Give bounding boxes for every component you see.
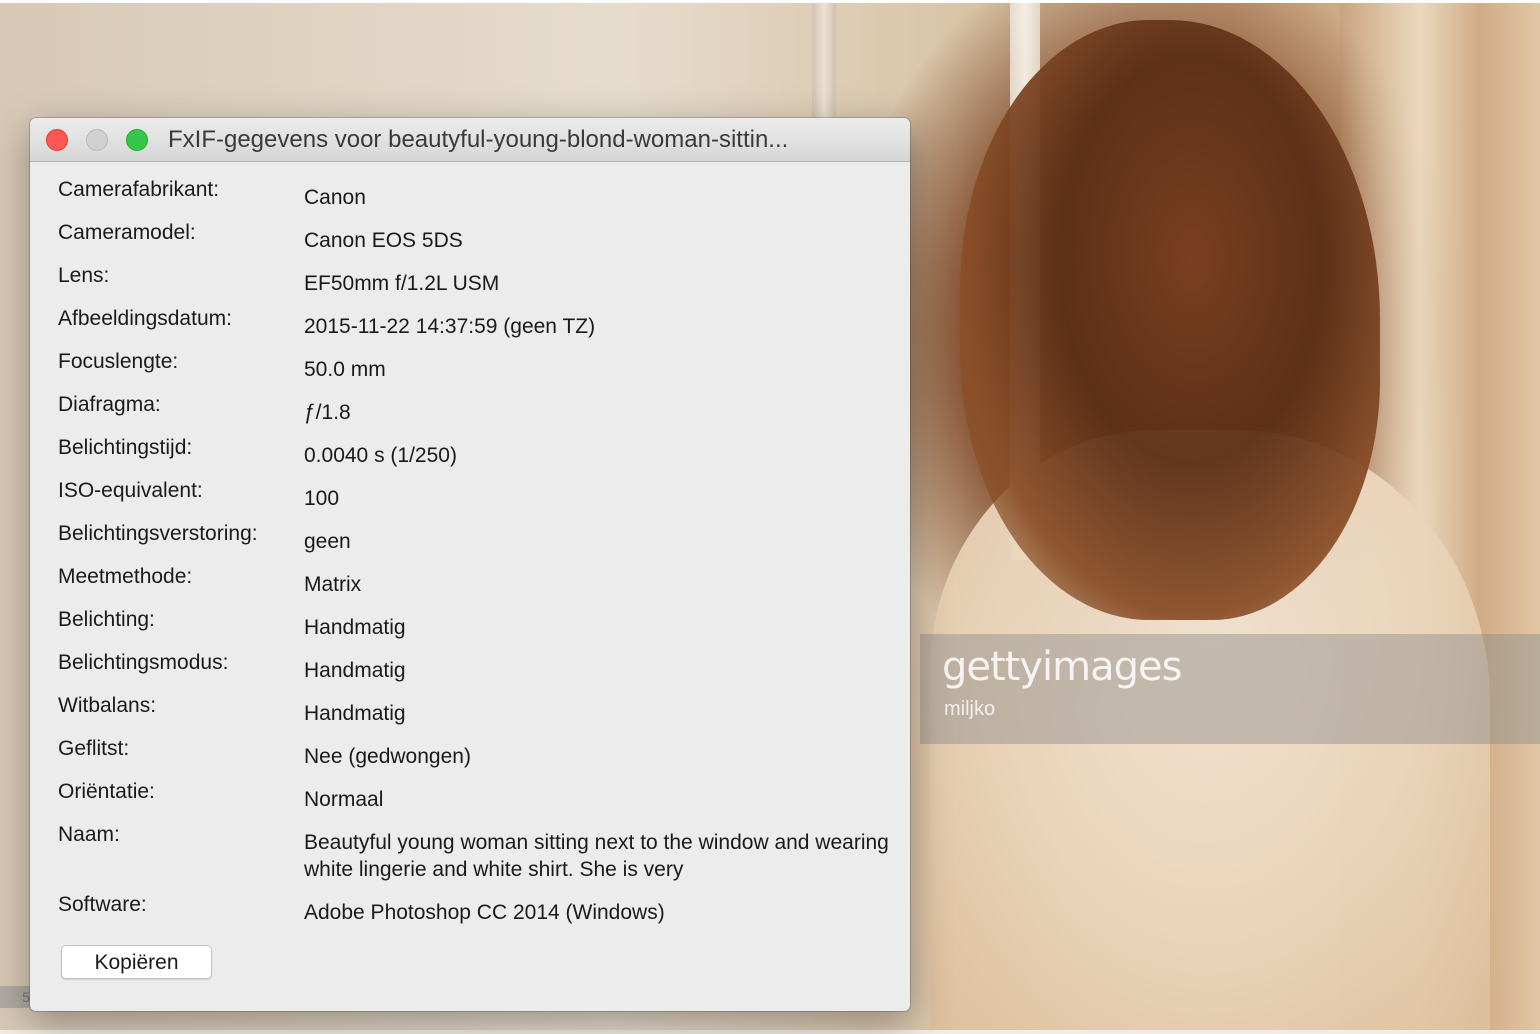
exif-label: Meetmethode: xyxy=(58,565,193,588)
exif-label: Lens: xyxy=(58,264,110,287)
exif-value: Handmatig xyxy=(304,659,406,682)
exif-label: Belichtingsverstoring: xyxy=(58,522,258,545)
exif-dialog: FxIF-gegevens voor beautyful-young-blond… xyxy=(30,118,910,1011)
exif-label: ISO-equivalent: xyxy=(58,479,203,502)
exif-value: 100 xyxy=(304,487,340,510)
exif-value: Nee (gedwongen) xyxy=(304,745,471,768)
exif-value: Normaal xyxy=(304,788,384,811)
exif-label: Belichtingstijd: xyxy=(58,436,193,459)
exif-label: Belichtingsmodus: xyxy=(58,651,229,674)
exif-label: Geflitst: xyxy=(58,737,130,760)
watermark-credit: miljko xyxy=(944,698,996,720)
watermark-logo: gettyimages xyxy=(942,644,1182,690)
exif-label: Belichting: xyxy=(58,608,155,631)
exif-value: ƒ/1.8 xyxy=(304,401,351,424)
exif-label: Witbalans: xyxy=(58,694,157,717)
minimize-window-button[interactable] xyxy=(86,129,108,151)
exif-value: Adobe Photoshop CC 2014 (Windows) xyxy=(304,901,665,924)
exif-value: Matrix xyxy=(304,573,362,596)
copy-button[interactable]: Kopiëren xyxy=(61,945,212,979)
exif-value: Canon xyxy=(304,186,366,209)
exif-value: Beautyful young woman sitting next to th… xyxy=(304,831,889,881)
top-edge xyxy=(0,0,1540,3)
exif-label: Diafragma: xyxy=(58,393,161,416)
exif-value: Canon EOS 5DS xyxy=(304,229,463,252)
exif-label: Focuslengte: xyxy=(58,350,179,373)
photo-subject-hair xyxy=(960,20,1380,620)
exif-label: Camerafabrikant: xyxy=(58,178,220,201)
exif-label: Afbeeldingsdatum: xyxy=(58,307,232,330)
exif-label: Oriëntatie: xyxy=(58,780,155,803)
edge-tag: 5 xyxy=(0,986,30,1008)
exif-value: EF50mm f/1.2L USM xyxy=(304,272,500,295)
exif-label: Software: xyxy=(58,893,147,916)
close-window-button[interactable] xyxy=(46,129,68,151)
bottom-edge xyxy=(0,1030,1540,1034)
exif-value: 2015-11-22 14:37:59 (geen TZ) xyxy=(304,315,596,338)
zoom-window-button[interactable] xyxy=(126,129,148,151)
exif-value: geen xyxy=(304,530,351,553)
exif-value: Handmatig xyxy=(304,702,406,725)
exif-label: Naam: xyxy=(58,823,120,846)
titlebar[interactable]: FxIF-gegevens voor beautyful-young-blond… xyxy=(30,118,910,162)
window-title: FxIF-gegevens voor beautyful-young-blond… xyxy=(168,126,789,153)
exif-value: Handmatig xyxy=(304,616,406,639)
exif-value: 50.0 mm xyxy=(304,358,386,381)
exif-label: Cameramodel: xyxy=(58,221,196,244)
exif-value: 0.0040 s (1/250) xyxy=(304,444,457,467)
